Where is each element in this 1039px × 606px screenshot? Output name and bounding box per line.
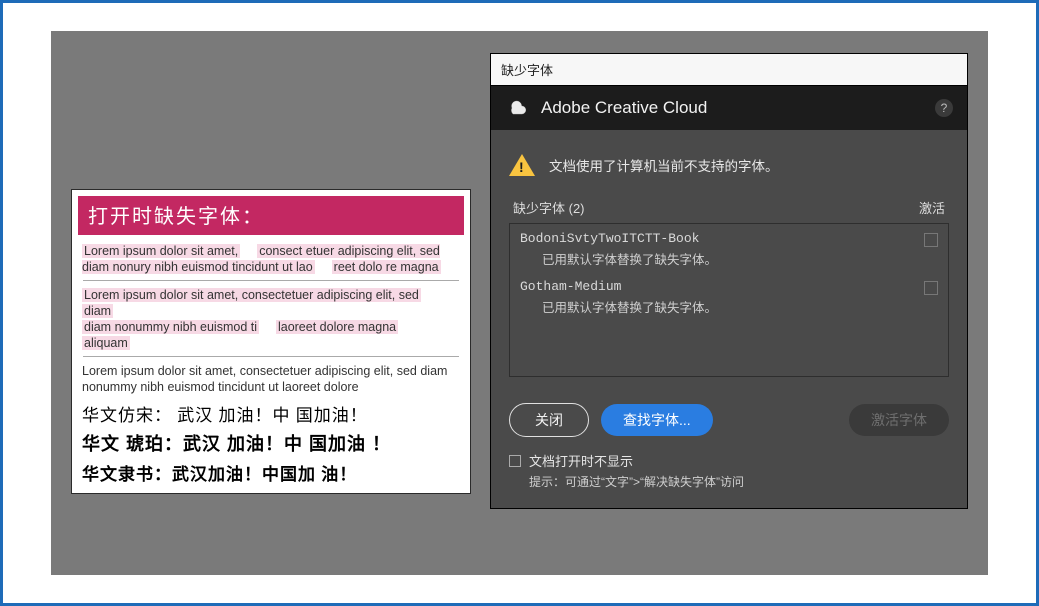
paragraph-1: Lorem ipsum dolor sit amet, consect etue… <box>78 243 464 276</box>
list-header-label: 缺少字体 (2) <box>513 198 585 217</box>
paragraph-3: Lorem ipsum dolor sit amet, consectetuer… <box>78 363 464 396</box>
font-row[interactable]: BodoniSvtyTwoITCTT-Book 已用默认字体替换了缺失字体。 <box>510 224 948 272</box>
warning-row: 文档使用了计算机当前不支持的字体。 <box>509 154 949 176</box>
find-fonts-button[interactable]: 查找字体... <box>601 404 713 436</box>
font-status: 已用默认字体替换了缺失字体。 <box>520 249 924 268</box>
font-row[interactable]: Gotham-Medium 已用默认字体替换了缺失字体。 <box>510 272 948 320</box>
dialog-body: 文档使用了计算机当前不支持的字体。 缺少字体 (2) 激活 BodoniSvty… <box>491 130 967 508</box>
cjk-line-3: 华文隶书：武汉加油！中国加 油！ <box>78 458 464 487</box>
missing-fonts-list[interactable]: BodoniSvtyTwoITCTT-Book 已用默认字体替换了缺失字体。 G… <box>509 223 949 377</box>
warning-text: 文档使用了计算机当前不支持的字体。 <box>549 155 779 175</box>
divider <box>83 356 459 357</box>
dont-show-checkbox[interactable] <box>509 455 521 467</box>
warning-icon <box>509 154 535 176</box>
brand-bar: Adobe Creative Cloud ? <box>491 86 967 130</box>
dont-show-label: 文档打开时不显示 <box>529 451 633 470</box>
brand-name: Adobe Creative Cloud <box>541 98 707 118</box>
paragraph-2: Lorem ipsum dolor sit amet, consectetuer… <box>78 287 464 352</box>
activate-header-label: 激活 <box>919 198 945 217</box>
document-preview: 打开时缺失字体： Lorem ipsum dolor sit amet, con… <box>71 189 471 494</box>
font-status: 已用默认字体替换了缺失字体。 <box>520 297 924 316</box>
help-icon[interactable]: ? <box>935 99 953 117</box>
activate-checkbox[interactable] <box>924 281 938 295</box>
divider <box>83 280 459 281</box>
activate-checkbox[interactable] <box>924 233 938 247</box>
cjk-line-1: 华文仿宋： 武汉 加油！中 国加油！ <box>78 399 464 428</box>
footer-hint: 提示：可通过“文字”>“解决缺失字体”访问 <box>529 473 949 490</box>
missing-fonts-dialog: 缺少字体 Adobe Creative Cloud ? 文档使用了计算机当前不支… <box>490 53 968 509</box>
creative-cloud-icon <box>505 96 529 120</box>
activate-fonts-button: 激活字体 <box>849 404 949 436</box>
document-title: 打开时缺失字体： <box>78 196 464 235</box>
close-button[interactable]: 关闭 <box>509 403 589 437</box>
list-header-row: 缺少字体 (2) 激活 <box>509 198 949 223</box>
cjk-line-2: 华文 琥珀：武汉 加油！中 国加油 ！ <box>78 428 464 458</box>
font-name: Gotham-Medium <box>520 279 924 294</box>
font-name: BodoniSvtyTwoITCTT-Book <box>520 231 924 246</box>
button-row: 关闭 查找字体... 激活字体 <box>509 403 949 437</box>
workspace: 打开时缺失字体： Lorem ipsum dolor sit amet, con… <box>51 31 988 575</box>
dialog-footer: 文档打开时不显示 提示：可通过“文字”>“解决缺失字体”访问 <box>509 451 949 490</box>
dialog-titlebar[interactable]: 缺少字体 <box>491 54 967 86</box>
